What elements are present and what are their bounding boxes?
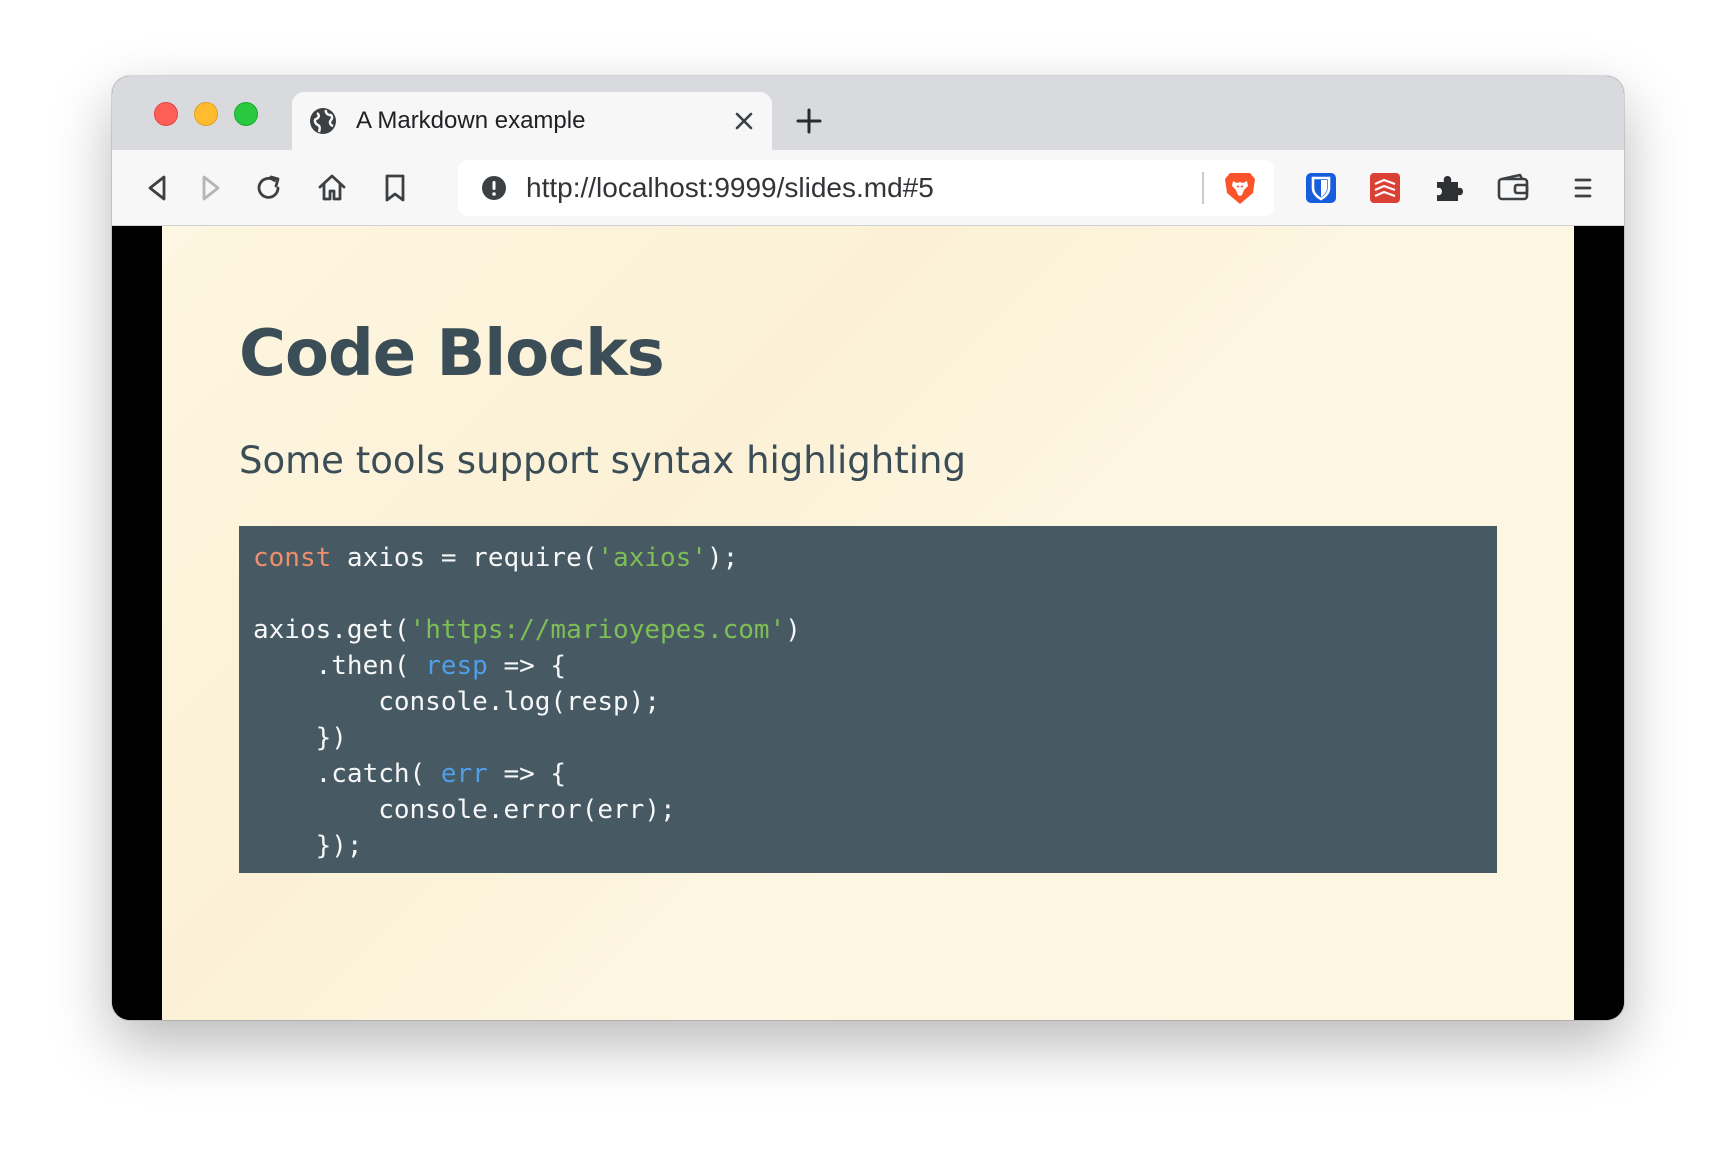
code-token-str: 'https://marioyepes.com': [409, 615, 786, 645]
code-token-plain: axios = require(: [331, 543, 598, 573]
code-token-kw: const: [253, 543, 332, 573]
code-line: });: [253, 828, 1483, 864]
forward-arrow-icon[interactable]: [194, 171, 228, 205]
code-token-plain: });: [253, 831, 363, 861]
code-line: .then( resp => {: [253, 648, 1483, 684]
browser-toolbar: http://localhost:9999/slides.md#5: [112, 150, 1624, 226]
code-token-plain: console.log(resp);: [253, 687, 660, 717]
slide: Code Blocks Some tools support syntax hi…: [162, 226, 1574, 1020]
code-block: const axios = require('axios'); axios.get…: [239, 526, 1497, 873]
globe-icon: [310, 108, 336, 134]
code-line: console.error(err);: [253, 792, 1483, 828]
brave-lion-icon[interactable]: [1222, 169, 1258, 207]
code-token-plain: .catch(: [253, 759, 441, 789]
code-line: const axios = require('axios');: [253, 540, 1483, 576]
code-token-plain: => {: [487, 759, 567, 789]
minimize-window-button[interactable]: [194, 102, 218, 126]
info-icon[interactable]: [480, 174, 508, 202]
code-token-plain: console.error(err);: [253, 795, 676, 825]
tab-active[interactable]: A Markdown example: [292, 92, 772, 150]
new-tab-plus-icon[interactable]: [794, 106, 824, 136]
code-token-plain: }): [253, 723, 347, 753]
code-token-param: resp: [425, 651, 488, 681]
reload-icon[interactable]: [252, 171, 286, 205]
wallet-icon[interactable]: [1496, 171, 1530, 205]
code-line: axios.get('https://marioyepes.com'): [253, 612, 1483, 648]
code-line: }): [253, 720, 1483, 756]
code-line: .catch( err => {: [253, 756, 1483, 792]
todoist-icon[interactable]: [1368, 171, 1402, 205]
tab-title: A Markdown example: [356, 107, 586, 134]
code-token-plain: => {: [487, 651, 567, 681]
puzzle-icon[interactable]: [1431, 171, 1465, 205]
code-token-plain: axios.get(: [253, 615, 410, 645]
close-tab-icon[interactable]: [730, 107, 758, 135]
code-token-plain: );: [706, 543, 739, 573]
bitwarden-icon[interactable]: [1304, 171, 1338, 205]
page-viewport: Code Blocks Some tools support syntax hi…: [112, 226, 1624, 1020]
browser-window: A Markdown example http://localhost:9999…: [112, 76, 1624, 1020]
code-token-plain: ): [785, 615, 801, 645]
zoom-window-button[interactable]: [234, 102, 258, 126]
close-window-button[interactable]: [154, 102, 178, 126]
slide-subtitle: Some tools support syntax highlighting: [239, 439, 966, 482]
slide-title: Code Blocks: [239, 317, 665, 391]
code-token-str: 'axios': [597, 543, 707, 573]
tab-strip: A Markdown example: [112, 76, 1624, 150]
bookmark-icon[interactable]: [378, 171, 412, 205]
address-bar-divider: [1202, 172, 1204, 204]
menu-icon[interactable]: [1566, 171, 1600, 205]
address-bar[interactable]: http://localhost:9999/slides.md#5: [458, 160, 1274, 216]
code-token-plain: .then(: [253, 651, 426, 681]
code-line: console.log(resp);: [253, 684, 1483, 720]
code-token-param: err: [440, 759, 488, 789]
url-text[interactable]: http://localhost:9999/slides.md#5: [526, 173, 934, 203]
home-icon[interactable]: [315, 171, 349, 205]
back-arrow-icon[interactable]: [140, 171, 174, 205]
